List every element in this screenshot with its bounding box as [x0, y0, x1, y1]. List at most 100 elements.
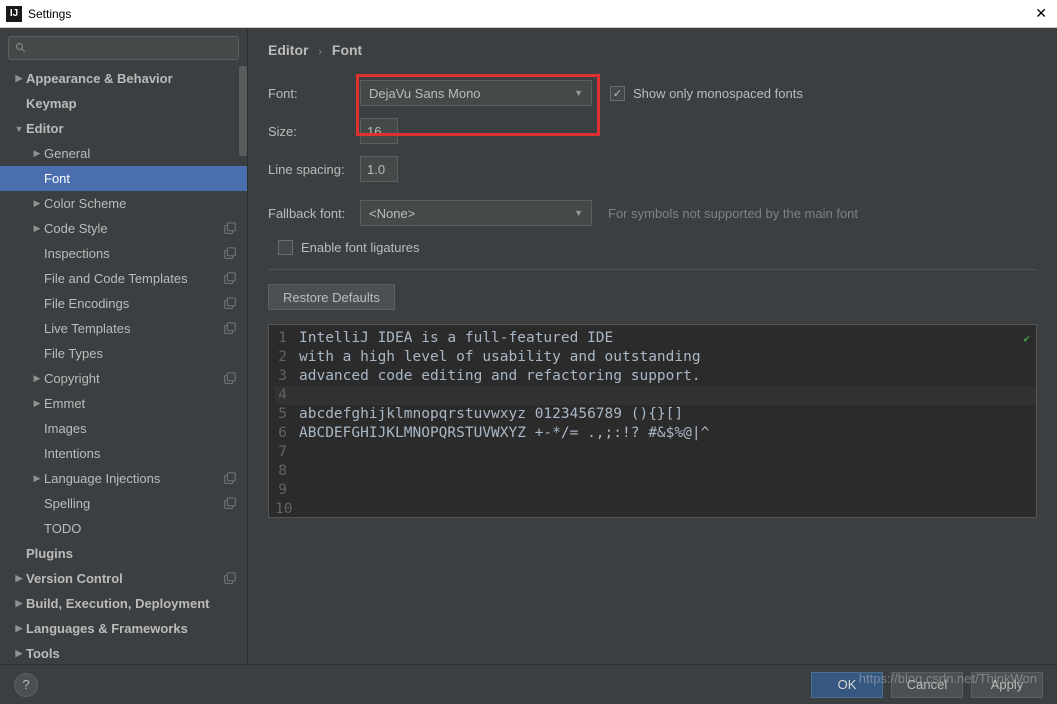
sidebar-item-label: Code Style — [44, 221, 108, 236]
app-icon: IJ — [6, 6, 22, 22]
project-badge-icon — [223, 222, 237, 236]
restore-defaults-button[interactable]: Restore Defaults — [268, 284, 395, 310]
preview-line: 6ABCDEFGHIJKLMNOPQRSTUVWXYZ +-*/= .,;:!?… — [275, 424, 1036, 443]
sidebar-item-label: File Types — [44, 346, 103, 361]
sidebar-item-label: Build, Execution, Deployment — [26, 596, 209, 611]
arrow-right-icon — [30, 473, 44, 484]
project-badge-icon — [223, 247, 237, 261]
sidebar-item-label: Color Scheme — [44, 196, 126, 211]
line-spacing-label: Line spacing: — [268, 162, 360, 177]
sidebar-item-label: Appearance & Behavior — [26, 71, 173, 86]
sidebar-item-label: File Encodings — [44, 296, 129, 311]
sidebar-item-label: Emmet — [44, 396, 85, 411]
fallback-hint: For symbols not supported by the main fo… — [608, 206, 858, 221]
line-number: 5 — [275, 405, 299, 424]
sidebar-item-file-types[interactable]: File Types — [0, 341, 247, 366]
preview-text: with a high level of usability and outst… — [299, 348, 701, 367]
sidebar: Appearance & Behavior Keymap Editor General… — [0, 28, 248, 664]
preview-text: IntelliJ IDEA is a full-featured IDE — [299, 329, 613, 348]
cancel-button[interactable]: Cancel — [891, 672, 963, 698]
chevron-right-icon: › — [312, 46, 328, 58]
sidebar-item-label: Version Control — [26, 571, 123, 586]
sidebar-item-label: Language Injections — [44, 471, 160, 486]
sidebar-item-label: Editor — [26, 121, 64, 136]
preview-line: 8 — [275, 462, 1036, 481]
arrow-right-icon — [30, 198, 44, 209]
preview-line: 5abcdefghijklmnopqrstuvwxyz 0123456789 (… — [275, 405, 1036, 424]
sidebar-item-label: Plugins — [26, 546, 73, 561]
arrow-right-icon — [12, 598, 26, 609]
sidebar-item-color-scheme[interactable]: Color Scheme — [0, 191, 247, 216]
preview-line: 10 — [275, 500, 1036, 518]
sidebar-item-label: Images — [44, 421, 87, 436]
line-number: 9 — [275, 481, 299, 500]
ok-button[interactable]: OK — [811, 672, 883, 698]
content-panel: Editor › Font Font: DejaVu Sans Mono ▼ ✓… — [248, 28, 1057, 664]
sidebar-item-intentions[interactable]: Intentions — [0, 441, 247, 466]
help-button[interactable]: ? — [14, 673, 38, 697]
settings-tree[interactable]: Appearance & Behavior Keymap Editor General… — [0, 66, 247, 664]
chevron-down-icon: ▼ — [574, 88, 583, 98]
preview-line: 7 — [275, 443, 1036, 462]
preview-text: abcdefghijklmnopqrstuvwxyz 0123456789 ()… — [299, 405, 683, 424]
sidebar-item-version-control[interactable]: Version Control — [0, 566, 247, 591]
sidebar-item-file-and-code-templates[interactable]: File and Code Templates — [0, 266, 247, 291]
sidebar-item-emmet[interactable]: Emmet — [0, 391, 247, 416]
monospaced-checkbox[interactable]: ✓ Show only monospaced fonts — [610, 86, 803, 101]
check-icon: ✓ — [610, 86, 625, 101]
sidebar-item-language-injections[interactable]: Language Injections — [0, 466, 247, 491]
preview-line: 4 — [275, 386, 1036, 405]
sidebar-item-editor[interactable]: Editor — [0, 116, 247, 141]
sidebar-item-font[interactable]: Font — [0, 166, 247, 191]
sidebar-item-label: Copyright — [44, 371, 100, 386]
sidebar-item-keymap[interactable]: Keymap — [0, 91, 247, 116]
sidebar-item-file-encodings[interactable]: File Encodings — [0, 291, 247, 316]
sidebar-item-live-templates[interactable]: Live Templates — [0, 316, 247, 341]
sidebar-item-label: Spelling — [44, 496, 90, 511]
fallback-select[interactable]: <None> ▼ — [360, 200, 592, 226]
size-label: Size: — [268, 124, 360, 139]
breadcrumb-leaf: Font — [332, 42, 362, 58]
breadcrumb: Editor › Font — [268, 42, 1037, 58]
line-spacing-input[interactable]: 1.0 — [360, 156, 398, 182]
checkbox-icon — [278, 240, 293, 255]
ok-check-icon: ✔ — [1023, 329, 1030, 348]
sidebar-item-plugins[interactable]: Plugins — [0, 541, 247, 566]
sidebar-item-general[interactable]: General — [0, 141, 247, 166]
sidebar-item-tools[interactable]: Tools — [0, 641, 247, 664]
line-number: 7 — [275, 443, 299, 462]
apply-button[interactable]: Apply — [971, 672, 1043, 698]
project-badge-icon — [223, 272, 237, 286]
close-icon[interactable]: ✕ — [1031, 5, 1051, 22]
breadcrumb-root[interactable]: Editor — [268, 42, 308, 58]
project-badge-icon — [223, 297, 237, 311]
sidebar-item-languages-frameworks[interactable]: Languages & Frameworks — [0, 616, 247, 641]
sidebar-item-todo[interactable]: TODO — [0, 516, 247, 541]
monospaced-label: Show only monospaced fonts — [633, 86, 803, 101]
search-input[interactable] — [8, 36, 239, 60]
arrow-right-icon — [30, 223, 44, 234]
project-badge-icon — [223, 322, 237, 336]
arrow-right-icon — [12, 573, 26, 584]
font-select[interactable]: DejaVu Sans Mono ▼ — [360, 80, 592, 106]
ligatures-checkbox[interactable]: Enable font ligatures — [278, 240, 420, 255]
arrow-down-icon — [12, 124, 26, 134]
preview-line: 9 — [275, 481, 1036, 500]
line-number: 10 — [275, 500, 299, 518]
sidebar-item-images[interactable]: Images — [0, 416, 247, 441]
arrow-right-icon — [12, 73, 26, 84]
sidebar-item-inspections[interactable]: Inspections — [0, 241, 247, 266]
sidebar-item-appearance-behavior[interactable]: Appearance & Behavior — [0, 66, 247, 91]
preview-text: ABCDEFGHIJKLMNOPQRSTUVWXYZ +-*/= .,;:!? … — [299, 424, 709, 443]
sidebar-item-spelling[interactable]: Spelling — [0, 491, 247, 516]
sidebar-item-label: Tools — [26, 646, 60, 661]
font-label: Font: — [268, 86, 360, 101]
preview-text: advanced code editing and refactoring su… — [299, 367, 701, 386]
sidebar-item-build-execution-deployment[interactable]: Build, Execution, Deployment — [0, 591, 247, 616]
arrow-right-icon — [12, 623, 26, 634]
sidebar-item-code-style[interactable]: Code Style — [0, 216, 247, 241]
window-title: Settings — [28, 7, 1031, 21]
sidebar-item-copyright[interactable]: Copyright — [0, 366, 247, 391]
preview-line: 3advanced code editing and refactoring s… — [275, 367, 1036, 386]
size-input[interactable]: 16 — [360, 118, 398, 144]
